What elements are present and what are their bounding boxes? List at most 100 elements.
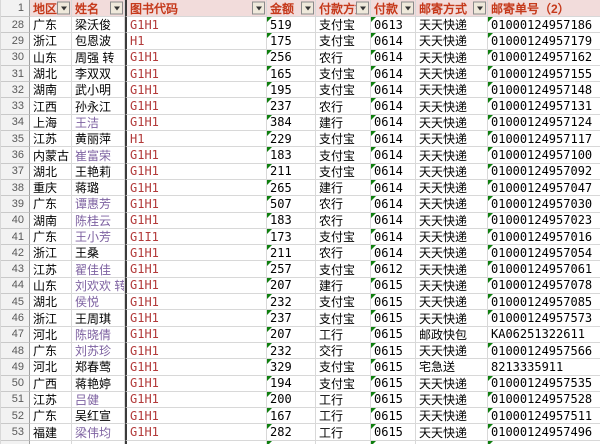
cell-book-code[interactable]: G1H1 xyxy=(125,180,267,196)
cell-amount[interactable]: 173 xyxy=(267,229,316,245)
cell-payment-date[interactable]: 0613 xyxy=(371,17,416,33)
cell-amount[interactable]: 507 xyxy=(267,196,316,212)
cell-name[interactable]: 李双双 xyxy=(72,66,125,82)
cell-payment-date[interactable]: 0614 xyxy=(371,147,416,163)
cell-payment-method[interactable]: 建行 xyxy=(316,115,371,131)
cell-payment-method[interactable]: 支付宝 xyxy=(316,33,371,49)
row-number[interactable]: 39 xyxy=(1,196,30,212)
column-header-amount[interactable]: 金额 xyxy=(267,0,316,17)
cell-payment-method[interactable]: 农行 xyxy=(316,245,371,261)
cell-shipping-method[interactable]: 天天快递 xyxy=(416,213,488,229)
cell-region[interactable]: 湖北 xyxy=(30,66,72,82)
filter-dropdown-icon[interactable] xyxy=(356,2,369,15)
cell-amount[interactable]: 232 xyxy=(267,343,316,359)
column-header-payment-date[interactable]: 付款 xyxy=(371,0,416,17)
cell-tracking-number[interactable]: 01000124957511 xyxy=(488,408,600,424)
cell-tracking-number[interactable]: 01000124957016 xyxy=(488,229,600,245)
row-number[interactable]: 37 xyxy=(1,164,30,180)
cell-book-code[interactable]: G1H1 xyxy=(125,278,267,294)
cell-shipping-method[interactable]: 天天快递 xyxy=(416,376,488,392)
cell-region[interactable]: 广东 xyxy=(30,229,72,245)
cell-book-code[interactable]: G1H1 xyxy=(125,392,267,408)
cell-payment-date[interactable]: 0614 xyxy=(371,82,416,98)
cell-name[interactable]: 王周琪 xyxy=(72,310,125,326)
cell-name[interactable]: 刘欢欢 转 xyxy=(72,278,125,294)
cell-name[interactable]: 武小明 xyxy=(72,82,125,98)
cell-payment-date[interactable]: 0615 xyxy=(371,376,416,392)
cell-region[interactable]: 广东 xyxy=(30,408,72,424)
cell-region[interactable]: 重庆 xyxy=(30,180,72,196)
row-number[interactable]: 35 xyxy=(1,131,30,147)
cell-shipping-method[interactable]: 天天快递 xyxy=(416,392,488,408)
cell-amount[interactable]: 165 xyxy=(267,66,316,82)
cell-region[interactable]: 河北 xyxy=(30,359,72,375)
cell-shipping-method[interactable]: 天天快递 xyxy=(416,33,488,49)
cell-region[interactable]: 湖南 xyxy=(30,82,72,98)
cell-payment-method[interactable]: 工行 xyxy=(316,424,371,440)
cell-book-code[interactable]: G1H1 xyxy=(125,17,267,33)
cell-payment-method[interactable]: 工行 xyxy=(316,408,371,424)
cell-amount[interactable]: 229 xyxy=(267,131,316,147)
cell-tracking-number[interactable]: 01000124957566 xyxy=(488,343,600,359)
cell-shipping-method[interactable]: 天天快递 xyxy=(416,98,488,114)
cell-tracking-number[interactable]: 01000124957186 xyxy=(488,17,600,33)
row-number[interactable]: 44 xyxy=(1,278,30,294)
cell-shipping-method[interactable]: 天天快递 xyxy=(416,294,488,310)
cell-name[interactable]: 孙永江 xyxy=(72,98,125,114)
cell-payment-method[interactable]: 农行 xyxy=(316,98,371,114)
cell-name[interactable]: 陈桂云 xyxy=(72,213,125,229)
row-number[interactable]: 47 xyxy=(1,327,30,343)
row-number[interactable]: 30 xyxy=(1,50,30,66)
cell-payment-method[interactable]: 农行 xyxy=(316,50,371,66)
cell-book-code[interactable]: G1H1 xyxy=(125,424,267,440)
cell-book-code[interactable]: G1H1 xyxy=(125,327,267,343)
cell-payment-method[interactable]: 支付宝 xyxy=(316,229,371,245)
cell-tracking-number[interactable]: 01000124957131 xyxy=(488,98,600,114)
row-number[interactable]: 42 xyxy=(1,245,30,261)
row-number[interactable]: 36 xyxy=(1,147,30,163)
cell-name[interactable]: 王艳莉 xyxy=(72,164,125,180)
cell-payment-method[interactable]: 支付宝 xyxy=(316,294,371,310)
cell-payment-date[interactable]: 0614 xyxy=(371,115,416,131)
cell-amount[interactable]: 237 xyxy=(267,98,316,114)
filter-dropdown-icon[interactable] xyxy=(252,2,265,15)
cell-name[interactable]: 王桑 xyxy=(72,245,125,261)
cell-amount[interactable]: 282 xyxy=(267,424,316,440)
cell-amount[interactable]: 329 xyxy=(267,359,316,375)
cell-payment-method[interactable]: 支付宝 xyxy=(316,261,371,277)
cell-payment-method[interactable]: 支付宝 xyxy=(316,17,371,33)
cell-shipping-method[interactable]: 天天快递 xyxy=(416,261,488,277)
cell-payment-date[interactable]: 0615 xyxy=(371,359,416,375)
cell-book-code[interactable]: G1H1 xyxy=(125,66,267,82)
row-number[interactable]: 51 xyxy=(1,392,30,408)
cell-book-code[interactable]: H1 xyxy=(125,131,267,147)
cell-amount[interactable]: 257 xyxy=(267,261,316,277)
cell-region[interactable]: 山东 xyxy=(30,50,72,66)
cell-tracking-number[interactable]: 01000124957162 xyxy=(488,50,600,66)
row-number[interactable]: 32 xyxy=(1,82,30,98)
cell-payment-date[interactable]: 0615 xyxy=(371,392,416,408)
row-number[interactable]: 31 xyxy=(1,66,30,82)
cell-shipping-method[interactable]: 邮政快包 xyxy=(416,327,488,343)
cell-region[interactable]: 上海 xyxy=(30,115,72,131)
cell-book-code[interactable]: G1H1 xyxy=(125,98,267,114)
cell-tracking-number[interactable]: 01000124957030 xyxy=(488,196,600,212)
cell-name[interactable]: 谭惠芳 xyxy=(72,196,125,212)
row-number[interactable]: 1 xyxy=(1,0,30,17)
cell-tracking-number[interactable]: 01000124957155 xyxy=(488,66,600,82)
column-header-book-code[interactable]: 图书代码 xyxy=(125,0,267,17)
cell-tracking-number[interactable]: 01000124957117 xyxy=(488,131,600,147)
row-number[interactable]: 33 xyxy=(1,98,30,114)
cell-book-code[interactable]: G1H1 xyxy=(125,245,267,261)
cell-book-code[interactable]: G1H1 xyxy=(125,115,267,131)
cell-shipping-method[interactable]: 天天快递 xyxy=(416,343,488,359)
cell-tracking-number[interactable]: 01000124957124 xyxy=(488,115,600,131)
cell-tracking-number[interactable]: 01000124957179 xyxy=(488,33,600,49)
cell-region[interactable]: 浙江 xyxy=(30,245,72,261)
cell-tracking-number[interactable]: 01000124957047 xyxy=(488,180,600,196)
cell-book-code[interactable]: G1H1 xyxy=(125,147,267,163)
column-header-name[interactable]: 姓名 xyxy=(72,0,125,17)
cell-payment-method[interactable]: 农行 xyxy=(316,213,371,229)
cell-shipping-method[interactable]: 天天快递 xyxy=(416,17,488,33)
cell-payment-date[interactable]: 0614 xyxy=(371,33,416,49)
